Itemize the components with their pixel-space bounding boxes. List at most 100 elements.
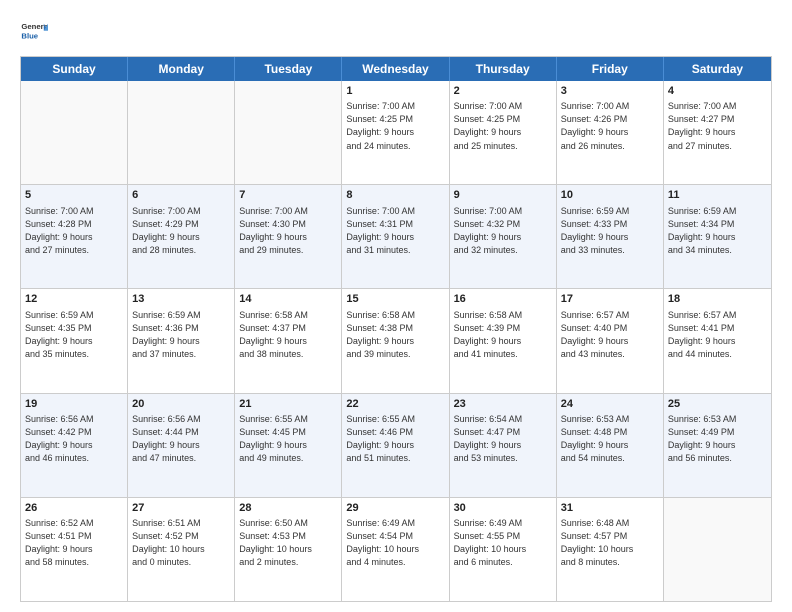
day-info: Sunrise: 6:59 AM Sunset: 4:33 PM Dayligh…	[561, 205, 659, 257]
day-number: 6	[132, 188, 230, 203]
day-info: Sunrise: 6:57 AM Sunset: 4:41 PM Dayligh…	[668, 309, 767, 361]
day-header-monday: Monday	[128, 57, 235, 81]
day-info: Sunrise: 6:49 AM Sunset: 4:55 PM Dayligh…	[454, 517, 552, 569]
day-number: 4	[668, 84, 767, 99]
day-number: 2	[454, 84, 552, 99]
day-header-saturday: Saturday	[664, 57, 771, 81]
day-number: 14	[239, 292, 337, 307]
day-headers: SundayMondayTuesdayWednesdayThursdayFrid…	[21, 57, 771, 81]
day-cell-9: 9Sunrise: 7:00 AM Sunset: 4:32 PM Daylig…	[450, 185, 557, 288]
day-number: 27	[132, 501, 230, 516]
day-cell-empty	[21, 81, 128, 184]
day-number: 3	[561, 84, 659, 99]
day-cell-29: 29Sunrise: 6:49 AM Sunset: 4:54 PM Dayli…	[342, 498, 449, 601]
day-number: 16	[454, 292, 552, 307]
day-cell-18: 18 Sunrise: 6:57 AM Sunset: 4:41 PM Dayli…	[664, 289, 771, 392]
day-number: 21	[239, 397, 337, 412]
day-number: 8	[346, 188, 444, 203]
day-info: Sunrise: 7:00 AM Sunset: 4:28 PM Dayligh…	[25, 205, 123, 257]
day-cell-24: 24Sunrise: 6:53 AM Sunset: 4:48 PM Dayli…	[557, 394, 664, 497]
day-number: 17	[561, 292, 659, 307]
day-cell-2: 2Sunrise: 7:00 AM Sunset: 4:25 PM Daylig…	[450, 81, 557, 184]
day-number: 11	[668, 188, 767, 203]
day-number: 29	[346, 501, 444, 516]
day-cell-15: 15Sunrise: 6:58 AM Sunset: 4:38 PM Dayli…	[342, 289, 449, 392]
day-info: Sunrise: 7:00 AM Sunset: 4:25 PM Dayligh…	[346, 100, 444, 152]
day-info: Sunrise: 7:00 AM Sunset: 4:25 PM Dayligh…	[454, 100, 552, 152]
header: General Blue	[20, 18, 772, 46]
day-cell-10: 10 Sunrise: 6:59 AM Sunset: 4:33 PM Dayli…	[557, 185, 664, 288]
day-info: Sunrise: 6:56 AM Sunset: 4:44 PM Dayligh…	[132, 413, 230, 465]
day-number: 1	[346, 84, 444, 99]
day-cell-19: 19Sunrise: 6:56 AM Sunset: 4:42 PM Dayli…	[21, 394, 128, 497]
day-cell-22: 22Sunrise: 6:55 AM Sunset: 4:46 PM Dayli…	[342, 394, 449, 497]
day-cell-28: 28Sunrise: 6:50 AM Sunset: 4:53 PM Dayli…	[235, 498, 342, 601]
day-cell-5: 5Sunrise: 7:00 AM Sunset: 4:28 PM Daylig…	[21, 185, 128, 288]
calendar-row-3: 12Sunrise: 6:59 AM Sunset: 4:35 PM Dayli…	[21, 288, 771, 392]
day-cell-20: 20Sunrise: 6:56 AM Sunset: 4:44 PM Dayli…	[128, 394, 235, 497]
day-cell-7: 7 Sunrise: 7:00 AM Sunset: 4:30 PM Daylig…	[235, 185, 342, 288]
day-info: Sunrise: 7:00 AM Sunset: 4:26 PM Dayligh…	[561, 100, 659, 152]
day-cell-1: 1Sunrise: 7:00 AM Sunset: 4:25 PM Daylig…	[342, 81, 449, 184]
day-cell-30: 30Sunrise: 6:49 AM Sunset: 4:55 PM Dayli…	[450, 498, 557, 601]
day-info: Sunrise: 6:59 AM Sunset: 4:36 PM Dayligh…	[132, 309, 230, 361]
day-info: Sunrise: 7:00 AM Sunset: 4:31 PM Dayligh…	[346, 205, 444, 257]
day-cell-21: 21Sunrise: 6:55 AM Sunset: 4:45 PM Dayli…	[235, 394, 342, 497]
calendar-row-2: 5Sunrise: 7:00 AM Sunset: 4:28 PM Daylig…	[21, 184, 771, 288]
day-info: Sunrise: 6:51 AM Sunset: 4:52 PM Dayligh…	[132, 517, 230, 569]
day-cell-12: 12Sunrise: 6:59 AM Sunset: 4:35 PM Dayli…	[21, 289, 128, 392]
day-number: 30	[454, 501, 552, 516]
page: General Blue SundayMondayTuesdayWednesda…	[0, 0, 792, 612]
day-cell-27: 27Sunrise: 6:51 AM Sunset: 4:52 PM Dayli…	[128, 498, 235, 601]
day-cell-8: 8 Sunrise: 7:00 AM Sunset: 4:31 PM Daylig…	[342, 185, 449, 288]
day-header-tuesday: Tuesday	[235, 57, 342, 81]
day-number: 22	[346, 397, 444, 412]
day-number: 10	[561, 188, 659, 203]
day-info: Sunrise: 7:00 AM Sunset: 4:29 PM Dayligh…	[132, 205, 230, 257]
calendar-row-5: 26Sunrise: 6:52 AM Sunset: 4:51 PM Dayli…	[21, 497, 771, 601]
day-info: Sunrise: 6:50 AM Sunset: 4:53 PM Dayligh…	[239, 517, 337, 569]
day-info: Sunrise: 6:52 AM Sunset: 4:51 PM Dayligh…	[25, 517, 123, 569]
logo: General Blue	[20, 18, 48, 46]
day-cell-empty	[235, 81, 342, 184]
day-cell-23: 23Sunrise: 6:54 AM Sunset: 4:47 PM Dayli…	[450, 394, 557, 497]
day-info: Sunrise: 6:53 AM Sunset: 4:48 PM Dayligh…	[561, 413, 659, 465]
calendar-body: 1Sunrise: 7:00 AM Sunset: 4:25 PM Daylig…	[21, 81, 771, 601]
day-cell-31: 31Sunrise: 6:48 AM Sunset: 4:57 PM Dayli…	[557, 498, 664, 601]
day-info: Sunrise: 6:55 AM Sunset: 4:46 PM Dayligh…	[346, 413, 444, 465]
day-info: Sunrise: 7:00 AM Sunset: 4:30 PM Dayligh…	[239, 205, 337, 257]
day-cell-17: 17 Sunrise: 6:57 AM Sunset: 4:40 PM Dayli…	[557, 289, 664, 392]
day-cell-26: 26Sunrise: 6:52 AM Sunset: 4:51 PM Dayli…	[21, 498, 128, 601]
calendar-row-4: 19Sunrise: 6:56 AM Sunset: 4:42 PM Dayli…	[21, 393, 771, 497]
day-cell-16: 16 Sunrise: 6:58 AM Sunset: 4:39 PM Dayli…	[450, 289, 557, 392]
day-cell-4: 4Sunrise: 7:00 AM Sunset: 4:27 PM Daylig…	[664, 81, 771, 184]
day-info: Sunrise: 6:54 AM Sunset: 4:47 PM Dayligh…	[454, 413, 552, 465]
day-number: 7	[239, 188, 337, 203]
day-info: Sunrise: 6:58 AM Sunset: 4:37 PM Dayligh…	[239, 309, 337, 361]
day-cell-13: 13 Sunrise: 6:59 AM Sunset: 4:36 PM Dayli…	[128, 289, 235, 392]
svg-text:Blue: Blue	[21, 31, 38, 40]
day-number: 18	[668, 292, 767, 307]
day-cell-empty	[664, 498, 771, 601]
day-number: 15	[346, 292, 444, 307]
day-info: Sunrise: 6:49 AM Sunset: 4:54 PM Dayligh…	[346, 517, 444, 569]
day-number: 12	[25, 292, 123, 307]
day-info: Sunrise: 6:56 AM Sunset: 4:42 PM Dayligh…	[25, 413, 123, 465]
day-info: Sunrise: 6:48 AM Sunset: 4:57 PM Dayligh…	[561, 517, 659, 569]
day-number: 9	[454, 188, 552, 203]
day-cell-25: 25Sunrise: 6:53 AM Sunset: 4:49 PM Dayli…	[664, 394, 771, 497]
day-header-friday: Friday	[557, 57, 664, 81]
day-number: 19	[25, 397, 123, 412]
day-info: Sunrise: 6:55 AM Sunset: 4:45 PM Dayligh…	[239, 413, 337, 465]
day-number: 23	[454, 397, 552, 412]
day-info: Sunrise: 7:00 AM Sunset: 4:27 PM Dayligh…	[668, 100, 767, 152]
day-number: 28	[239, 501, 337, 516]
day-info: Sunrise: 6:58 AM Sunset: 4:39 PM Dayligh…	[454, 309, 552, 361]
day-header-wednesday: Wednesday	[342, 57, 449, 81]
day-number: 25	[668, 397, 767, 412]
day-number: 13	[132, 292, 230, 307]
day-number: 20	[132, 397, 230, 412]
day-info: Sunrise: 6:57 AM Sunset: 4:40 PM Dayligh…	[561, 309, 659, 361]
logo-icon: General Blue	[20, 18, 48, 46]
day-header-thursday: Thursday	[450, 57, 557, 81]
